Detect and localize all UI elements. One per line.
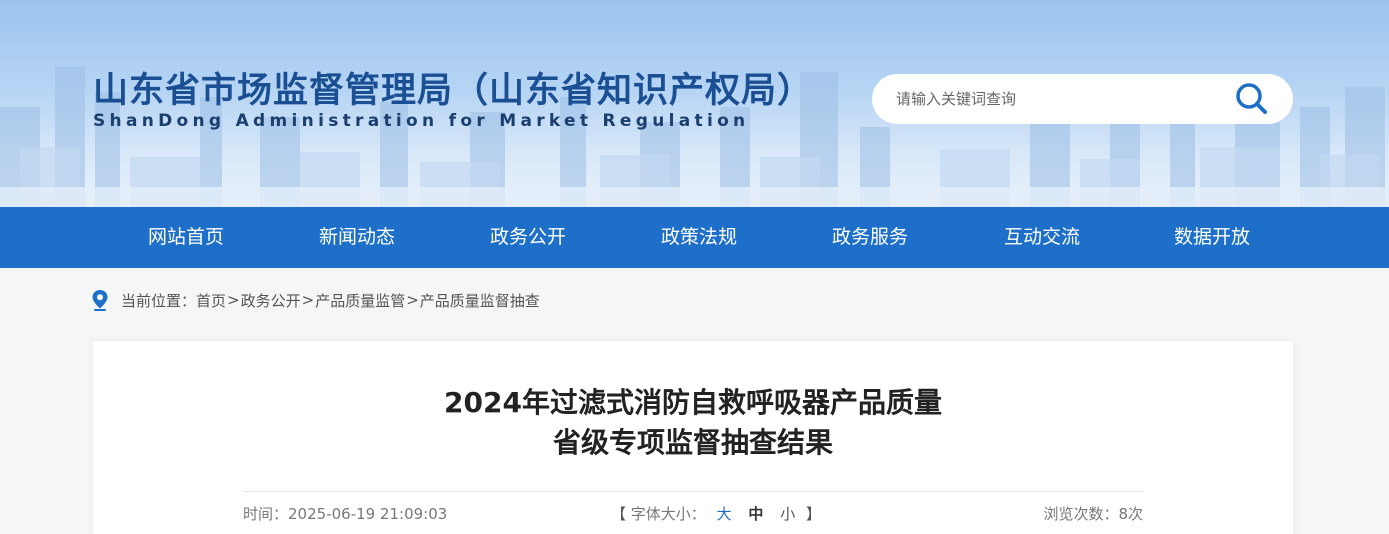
article-title: 2024年过滤式消防自救呼吸器产品质量 省级专项监督抽查结果 (93, 383, 1293, 463)
search-icon (1236, 83, 1267, 114)
time-value: 2025-06-19 21:09:03 (288, 505, 448, 523)
breadcrumb-gov-affairs-open[interactable]: 政务公开 (241, 290, 301, 311)
publish-time: 时间：2025-06-19 21:09:03 (243, 503, 447, 524)
breadcrumb-separator: > (301, 291, 315, 309)
breadcrumb-prefix: 当前位置： (121, 291, 197, 310)
breadcrumb-home[interactable]: 首页 (196, 290, 226, 311)
nav-item-policies[interactable]: 政策法规 (661, 207, 737, 268)
view-count: 浏览次数：8次 (1043, 503, 1143, 524)
views-label: 浏览次数： (1043, 505, 1119, 523)
nav-item-interaction[interactable]: 互动交流 (1004, 207, 1080, 268)
main-nav: 网站首页 新闻动态 政务公开 政策法规 政务服务 互动交流 数据开放 (0, 207, 1389, 268)
time-label: 时间： (243, 505, 289, 523)
nav-item-gov-services[interactable]: 政务服务 (832, 207, 908, 268)
location-pin-icon (92, 290, 108, 311)
breadcrumb: 当前位置： 首页 > 政务公开 > 产品质量监管 > 产品质量监督抽查 (91, 288, 540, 312)
font-size-medium-button[interactable]: 中 (748, 505, 763, 523)
header-banner: 山东省市场监督管理局（山东省知识产权局） ShanDong Administra… (0, 0, 1389, 207)
font-size-label: 字体大小： (630, 505, 706, 523)
font-size-control: 【 字体大小： 大 中 小 】 (611, 503, 821, 524)
article-card: 2024年过滤式消防自救呼吸器产品质量 省级专项监督抽查结果 时间：2025-0… (93, 341, 1293, 534)
breadcrumb-separator: > (227, 291, 240, 309)
font-size-small-button[interactable]: 小 (780, 505, 795, 523)
nav-item-open-data[interactable]: 数据开放 (1174, 207, 1250, 268)
nav-item-gov-affairs-open[interactable]: 政务公开 (490, 207, 566, 268)
breadcrumb-quality-inspection[interactable]: 产品质量监督抽查 (420, 290, 540, 311)
search-input[interactable] (896, 86, 1216, 112)
article-title-line1: 2024年过滤式消防自救呼吸器产品质量 (444, 386, 942, 419)
divider (243, 491, 1143, 492)
font-size-large-button[interactable]: 大 (717, 505, 732, 523)
search-button[interactable] (1232, 80, 1272, 118)
bracket-open: 【 (611, 505, 627, 523)
site-subtitle: ShanDong Administration for Market Regul… (93, 111, 750, 131)
nav-item-news[interactable]: 新闻动态 (319, 207, 395, 268)
views-value: 8次 (1118, 505, 1143, 523)
search-box (872, 74, 1293, 124)
breadcrumb-separator: > (406, 291, 419, 309)
article-title-line2: 省级专项监督抽查结果 (552, 426, 833, 459)
site-title: 山东省市场监督管理局（山东省知识产权局） (93, 71, 814, 111)
nav-item-home[interactable]: 网站首页 (148, 207, 224, 268)
bracket-close: 】 (805, 505, 821, 523)
breadcrumb-product-quality[interactable]: 产品质量监管 (315, 290, 405, 311)
